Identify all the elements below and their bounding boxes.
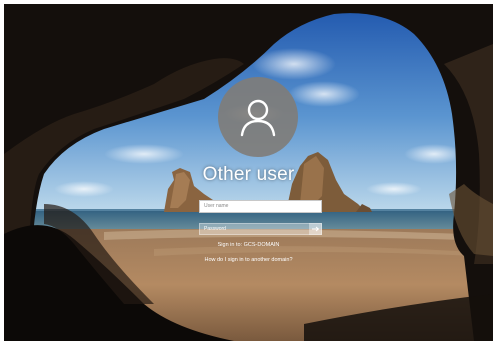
username-field[interactable] (199, 200, 322, 213)
submit-button[interactable] (309, 223, 322, 235)
user-silhouette-icon (240, 99, 276, 137)
user-display-name: Other user (202, 164, 295, 185)
arrow-right-icon (311, 226, 319, 232)
sign-in-domain-text: Sign in to: GCS-DOMAIN (217, 242, 280, 248)
other-domain-link[interactable]: How do I sign in to another domain? (4, 257, 493, 263)
password-field-container (199, 223, 322, 235)
sign-in-panel: Other user Sign in to: GCS-DOMAIN How do… (4, 4, 493, 341)
lock-screen: Other user Sign in to: GCS-DOMAIN How do… (4, 4, 493, 341)
user-avatar (218, 77, 298, 157)
password-field[interactable] (200, 223, 309, 235)
